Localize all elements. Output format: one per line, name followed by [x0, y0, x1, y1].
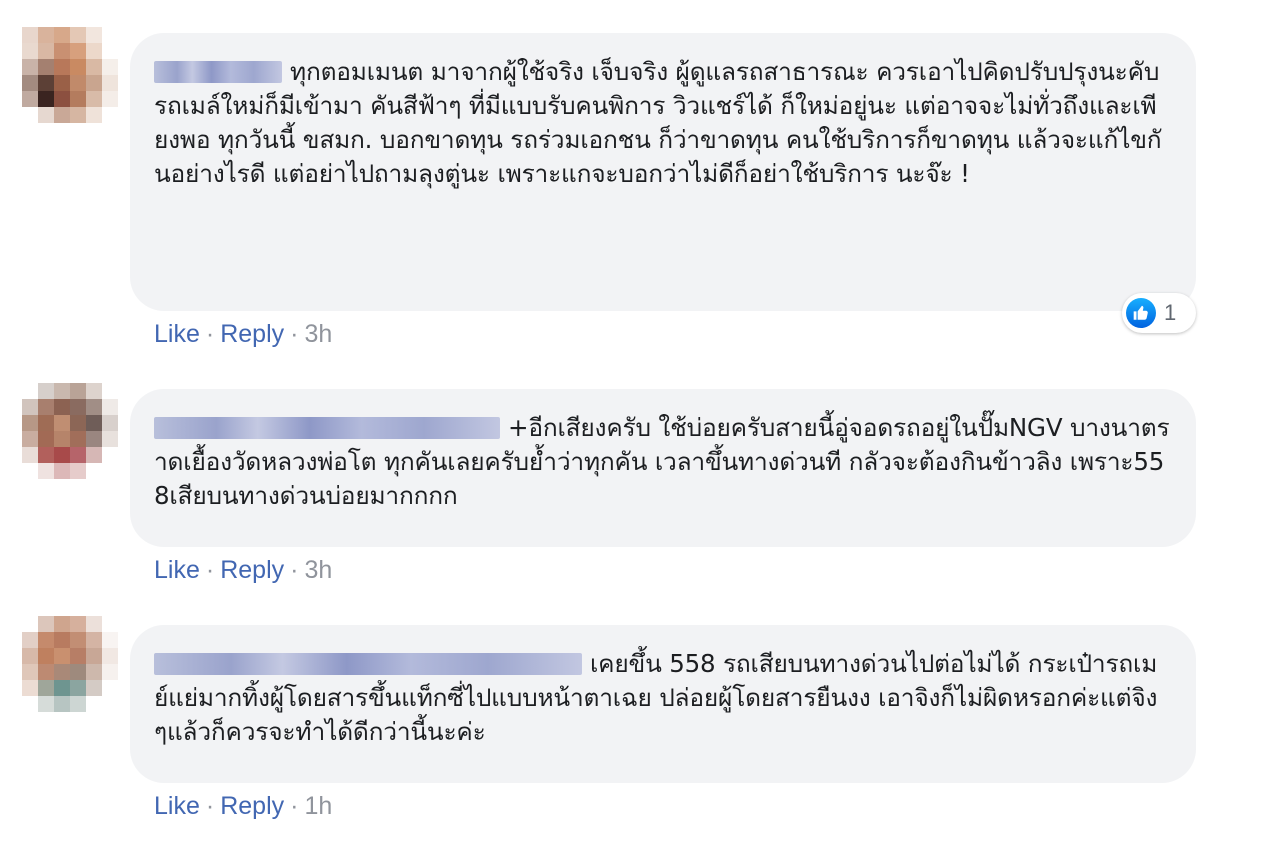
comment-bubble: ทุกตอมเมนต มาจากผู้ใช้จริง เจ็บจริง ผู้ด… — [130, 33, 1196, 333]
avatar[interactable] — [22, 616, 118, 712]
comment-text: เคยขึ้น 558 รถเสียบนทางด่วนไปต่อไม่ได้ ก… — [154, 647, 1170, 749]
separator: · — [290, 320, 299, 348]
separator: · — [205, 556, 215, 584]
reply-button[interactable]: Reply — [220, 556, 284, 584]
commenter-name[interactable] — [154, 417, 500, 439]
avatar[interactable] — [22, 383, 118, 479]
comment-actions: Like · Reply · 1h — [154, 792, 332, 821]
like-button[interactable]: Like — [154, 792, 200, 820]
timestamp[interactable]: 3h — [304, 320, 332, 348]
avatar[interactable] — [22, 27, 118, 123]
reaction-count: 1 — [1164, 300, 1177, 325]
separator: · — [205, 792, 215, 820]
commenter-name[interactable] — [154, 653, 582, 675]
timestamp[interactable]: 3h — [304, 556, 332, 584]
comment-actions: Like · Reply · 3h — [154, 556, 332, 585]
separator: · — [290, 556, 299, 584]
separator: · — [290, 792, 299, 820]
thumbs-up-icon — [1126, 298, 1156, 328]
like-button[interactable]: Like — [154, 556, 200, 584]
reply-button[interactable]: Reply — [220, 320, 284, 348]
comment-bubble: เคยขึ้น 558 รถเสียบนทางด่วนไปต่อไม่ได้ ก… — [130, 625, 1196, 783]
comment-actions: Like · Reply · 3h — [154, 320, 332, 349]
separator: · — [205, 320, 215, 348]
like-button[interactable]: Like — [154, 320, 200, 348]
comment-text: ทุกตอมเมนต มาจากผู้ใช้จริง เจ็บจริง ผู้ด… — [154, 55, 1170, 191]
comment-text: +อีกเสียงครับ ใช้บ่อยครับสายนี้อู่จอดรถอ… — [154, 411, 1170, 513]
timestamp[interactable]: 1h — [304, 792, 332, 820]
reply-button[interactable]: Reply — [220, 792, 284, 820]
comment-body: ทุกตอมเมนต มาจากผู้ใช้จริง เจ็บจริง ผู้ด… — [154, 57, 1162, 188]
reaction-badge[interactable]: 1 — [1122, 293, 1196, 333]
comment-bubble: +อีกเสียงครับ ใช้บ่อยครับสายนี้อู่จอดรถอ… — [130, 389, 1196, 547]
commenter-name[interactable] — [154, 61, 282, 83]
